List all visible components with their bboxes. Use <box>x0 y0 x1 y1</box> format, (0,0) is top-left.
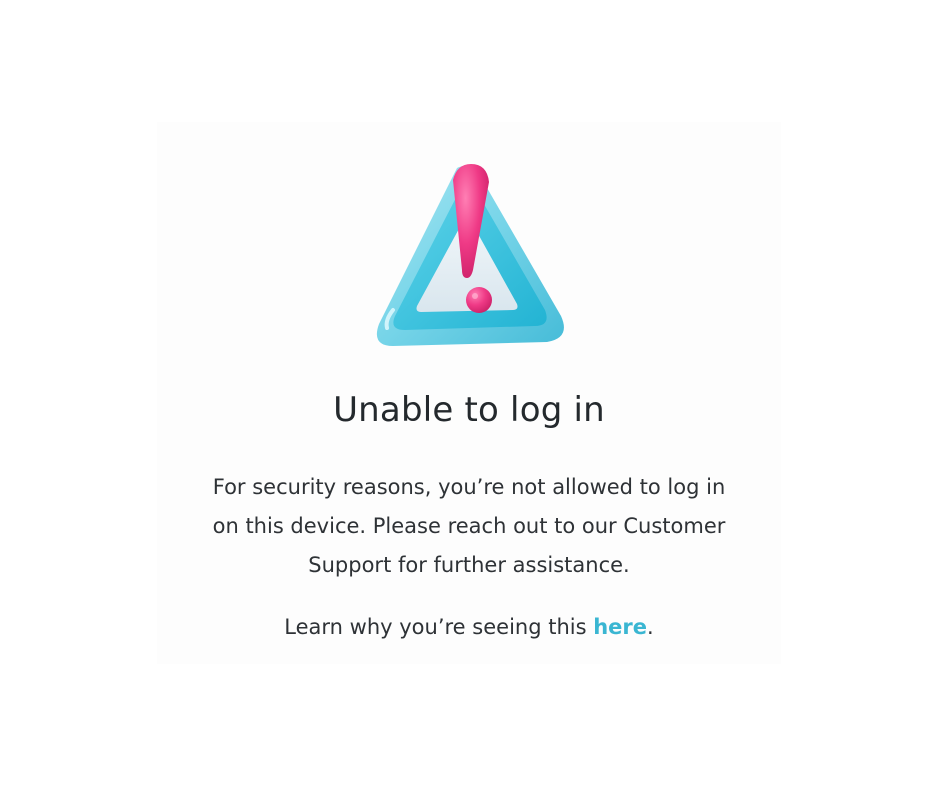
login-error-card: Unable to log in For security reasons, y… <box>157 122 781 664</box>
learn-more-prefix: Learn why you’re seeing this <box>284 615 594 639</box>
learn-more-suffix: . <box>647 615 654 639</box>
error-message: For security reasons, you’re not allowed… <box>212 475 726 577</box>
learn-more-text: Learn why you’re seeing this here. <box>157 612 781 642</box>
page-title: Unable to log in <box>333 390 605 430</box>
learn-more-link[interactable]: here <box>593 615 647 639</box>
warning-triangle-icon <box>376 164 564 346</box>
